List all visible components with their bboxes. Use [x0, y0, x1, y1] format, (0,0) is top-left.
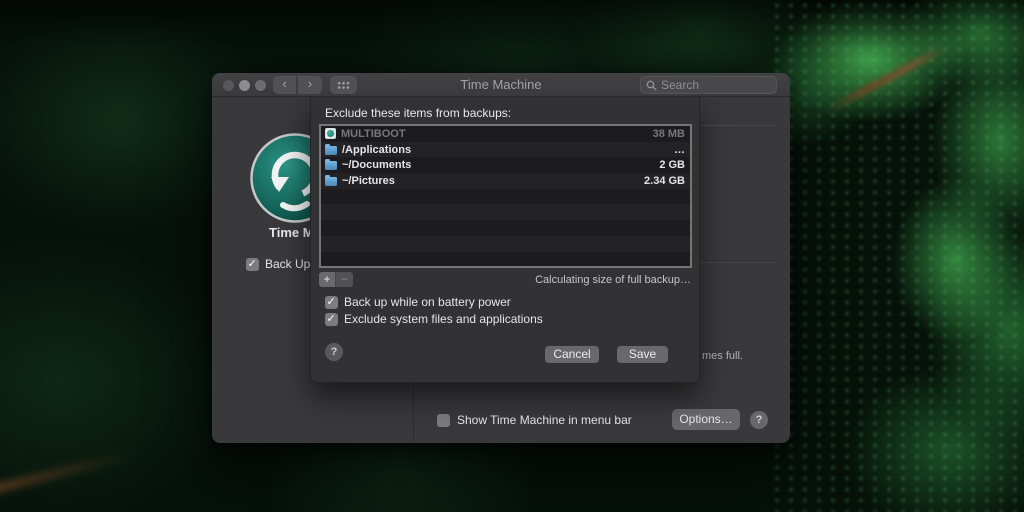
backup-size-status: Calculating size of full backup… [535, 274, 691, 286]
exclude-list[interactable]: MULTIBOOT 38 MB/Applications … ~/Documents 2… [319, 124, 692, 268]
forward-button[interactable]: › [298, 76, 322, 94]
item-size: 2.34 GB [644, 174, 685, 187]
checkbox-icon[interactable] [325, 295, 338, 309]
exclude-list-row[interactable]: ~/Documents 2 GB [321, 157, 690, 174]
item-name: MULTIBOOT [341, 127, 406, 140]
exclude-list-empty-row [321, 188, 690, 205]
remove-item-button[interactable]: − [336, 272, 353, 287]
item-size: 38 MB [652, 127, 685, 140]
chevron-right-icon: › [307, 76, 313, 91]
search-input[interactable] [661, 78, 771, 92]
checkbox-icon[interactable] [325, 312, 338, 326]
exclude-list-empty-row [321, 204, 690, 221]
checkbox-icon[interactable] [246, 257, 259, 271]
save-button[interactable]: Save [617, 346, 668, 363]
exclude-list-empty-row [321, 235, 690, 252]
pane-app-label: Time M [269, 225, 314, 240]
item-size: 2 GB [659, 159, 685, 172]
search-field[interactable] [640, 76, 777, 94]
folder-icon [325, 143, 337, 155]
search-icon [646, 80, 657, 90]
folder-icon [325, 174, 337, 186]
add-remove-control: + − [319, 272, 353, 287]
exclude-list-row[interactable]: ~/Pictures 2.34 GB [321, 173, 690, 189]
exclude-list-empty-row [321, 220, 690, 236]
battery-power-checkbox[interactable]: Back up while on battery power [325, 295, 511, 309]
item-name: /Applications [342, 143, 412, 156]
back-button[interactable]: ‹ [273, 76, 297, 94]
zoom-window-button[interactable] [255, 79, 266, 91]
item-name: ~/Pictures [342, 174, 395, 187]
minimize-window-button[interactable] [239, 79, 250, 91]
titlebar[interactable]: ‹ › Time Machine [212, 73, 790, 97]
drive-icon [325, 128, 336, 140]
cancel-button[interactable]: Cancel [545, 346, 599, 363]
battery-power-label: Back up while on battery power [344, 295, 511, 309]
exclude-system-files-checkbox[interactable]: Exclude system files and applications [325, 312, 543, 326]
pane-text-fragment: mes full. [702, 350, 743, 362]
menu-bar-checkbox[interactable]: Show Time Machine in menu bar [437, 413, 632, 427]
chevron-left-icon: ‹ [282, 76, 287, 91]
time-machine-preferences-window: ‹ › Time Machine Tim [212, 73, 790, 443]
add-item-button[interactable]: + [319, 272, 336, 287]
backup-checkbox-label: Back Up [265, 257, 311, 271]
grid-icon [337, 81, 351, 90]
close-window-button[interactable] [223, 79, 234, 91]
exclude-list-row[interactable]: MULTIBOOT 38 MB [321, 126, 690, 142]
item-size: … [674, 143, 685, 156]
folder-icon [325, 159, 337, 171]
exclude-list-row[interactable]: /Applications … [321, 141, 690, 158]
backup-automatically-checkbox[interactable]: Back Up [246, 257, 310, 271]
exclude-list-empty-row [321, 251, 690, 266]
menu-bar-checkbox-label: Show Time Machine in menu bar [457, 413, 632, 427]
show-all-button[interactable] [330, 76, 357, 94]
pane-help-button[interactable]: ? [750, 411, 768, 429]
item-name: ~/Documents [342, 159, 412, 172]
checkbox-icon[interactable] [437, 413, 450, 427]
exclude-items-sheet: Exclude these items from backups: MULTIB… [310, 97, 700, 383]
options-button[interactable]: Options… [672, 409, 740, 430]
sheet-title: Exclude these items from backups: [325, 106, 512, 120]
exclude-system-files-label: Exclude system files and applications [344, 312, 543, 326]
sheet-help-button[interactable]: ? [325, 343, 343, 361]
